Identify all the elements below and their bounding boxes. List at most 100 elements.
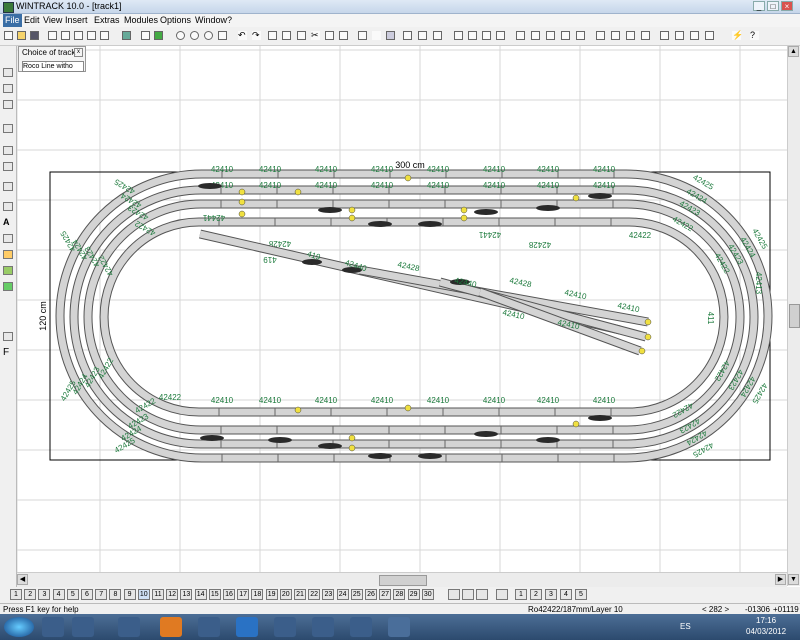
scroll-right-icon[interactable]: ▶ [775, 574, 786, 585]
tool-e-icon[interactable] [516, 31, 525, 40]
layer-tool-icon[interactable] [448, 589, 460, 600]
curve-tool-icon[interactable] [372, 31, 381, 40]
signal-icon[interactable]: ⚡ [732, 31, 743, 40]
undo-icon[interactable]: ↶ [238, 31, 247, 40]
layer-button[interactable]: 30 [421, 589, 434, 600]
measure-tool-icon[interactable] [3, 202, 13, 211]
grid-icon[interactable] [403, 31, 412, 40]
font-tool-icon[interactable]: F [3, 348, 13, 358]
zoom-window-icon[interactable] [204, 31, 213, 40]
open-folder-icon[interactable] [17, 31, 26, 40]
layer-button[interactable]: 1 [10, 589, 22, 600]
layer-button[interactable]: 27 [379, 589, 392, 600]
tool-i-icon[interactable] [576, 31, 585, 40]
vertical-scroll-thumb[interactable] [789, 304, 800, 328]
tool-j-icon[interactable] [596, 31, 605, 40]
layer-button[interactable]: 24 [336, 589, 349, 600]
scroll-left-icon[interactable]: ◀ [17, 574, 28, 585]
tool-d-icon[interactable] [496, 31, 505, 40]
menu-insert[interactable]: Insert [63, 14, 90, 27]
layer-button[interactable]: 26 [365, 589, 377, 600]
landscape-icon[interactable] [154, 31, 163, 40]
layer-button[interactable]: 29 [407, 589, 420, 600]
layer-button[interactable]: 8 [109, 589, 122, 600]
tool-o-icon[interactable] [675, 31, 684, 40]
layer-button[interactable]: 21 [294, 589, 306, 600]
save-icon[interactable] [30, 31, 39, 40]
tool-m-icon[interactable] [641, 31, 650, 40]
close-panel-icon[interactable]: x [74, 48, 83, 57]
layer-tool-icon[interactable] [476, 589, 488, 600]
layer-button[interactable]: 2 [530, 589, 542, 600]
vertical-scrollbar[interactable]: ▲ ▼ [787, 46, 800, 586]
new-file-icon[interactable] [4, 31, 13, 40]
layer-button[interactable]: 23 [322, 589, 335, 600]
layer-tool-icon[interactable] [462, 589, 474, 600]
layer-button[interactable]: 3 [545, 589, 557, 600]
layer-icon[interactable] [418, 31, 427, 40]
track-tool-icon[interactable] [358, 31, 367, 40]
layer-button[interactable]: 17 [237, 589, 250, 600]
tree-tool-icon[interactable] [3, 266, 13, 275]
layer-button[interactable]: 9 [123, 589, 136, 600]
program-icon[interactable] [274, 617, 296, 637]
layer-tool-icon[interactable] [496, 589, 508, 600]
help-icon[interactable]: ? [750, 31, 759, 40]
layer-button[interactable]: 16 [223, 589, 235, 600]
list-icon[interactable] [282, 31, 291, 40]
menu-window[interactable]: Window [193, 14, 229, 27]
layer-button[interactable]: 5 [575, 589, 587, 600]
menu-file[interactable]: File [3, 14, 22, 27]
chart-icon[interactable] [141, 31, 150, 40]
scroll-up-icon[interactable]: ▲ [788, 46, 799, 57]
paste-icon[interactable] [339, 31, 348, 40]
wire-tool-icon[interactable] [3, 234, 13, 243]
module-icon[interactable] [122, 31, 131, 40]
files-icon[interactable] [72, 617, 94, 637]
building-tool-icon[interactable] [3, 182, 13, 191]
layer-button[interactable]: 14 [194, 589, 207, 600]
menu-options[interactable]: Options [158, 14, 193, 27]
menu-edit[interactable]: Edit [22, 14, 42, 27]
tool-g-icon[interactable] [546, 31, 555, 40]
program-c-icon[interactable] [350, 617, 372, 637]
bridge-tool-icon[interactable] [3, 332, 13, 341]
maximize-button[interactable]: □ [767, 1, 779, 11]
layer-button[interactable]: 22 [308, 589, 321, 600]
align-icon[interactable] [433, 31, 442, 40]
layer-button[interactable]: 1 [515, 589, 527, 600]
track-system-select[interactable]: Roco Line witho [22, 61, 84, 72]
tool-h-icon[interactable] [561, 31, 570, 40]
program-b-icon[interactable] [312, 617, 334, 637]
doc-icon[interactable] [297, 31, 306, 40]
close-button[interactable]: × [781, 1, 793, 11]
layer-button[interactable]: 28 [393, 589, 406, 600]
firefox-icon[interactable] [160, 617, 182, 637]
layer-button[interactable]: 12 [166, 589, 179, 600]
zoom-in-icon[interactable] [176, 31, 185, 40]
layer-button[interactable]: 20 [279, 589, 292, 600]
layer-button[interactable]: 4 [560, 589, 572, 600]
app-icon-b[interactable] [118, 617, 140, 637]
straight-tool-icon[interactable] [3, 84, 13, 93]
zoom-out-icon[interactable] [190, 31, 199, 40]
layer-button[interactable]: 19 [265, 589, 278, 600]
layer-button[interactable]: 2 [24, 589, 37, 600]
scroll-down-icon[interactable]: ▼ [788, 574, 799, 585]
curve-tool-b-icon[interactable] [3, 100, 13, 109]
text-tool-icon[interactable]: A [3, 218, 13, 227]
tool-k-icon[interactable] [611, 31, 620, 40]
layer-button[interactable]: 13 [180, 589, 193, 600]
turnout-tool-icon[interactable] [3, 124, 13, 133]
flex-track-icon[interactable] [386, 31, 395, 40]
layer-button[interactable]: 3 [38, 589, 51, 600]
tool-l-icon[interactable] [626, 31, 635, 40]
layer-button[interactable]: 25 [350, 589, 363, 600]
layer-button[interactable]: 18 [251, 589, 264, 600]
ie-icon[interactable] [236, 617, 258, 637]
copy-icon[interactable] [325, 31, 334, 40]
tool-p-icon[interactable] [690, 31, 699, 40]
table-icon[interactable] [268, 31, 277, 40]
layer-button[interactable]: 5 [66, 589, 79, 600]
tool-b-icon[interactable] [468, 31, 477, 40]
